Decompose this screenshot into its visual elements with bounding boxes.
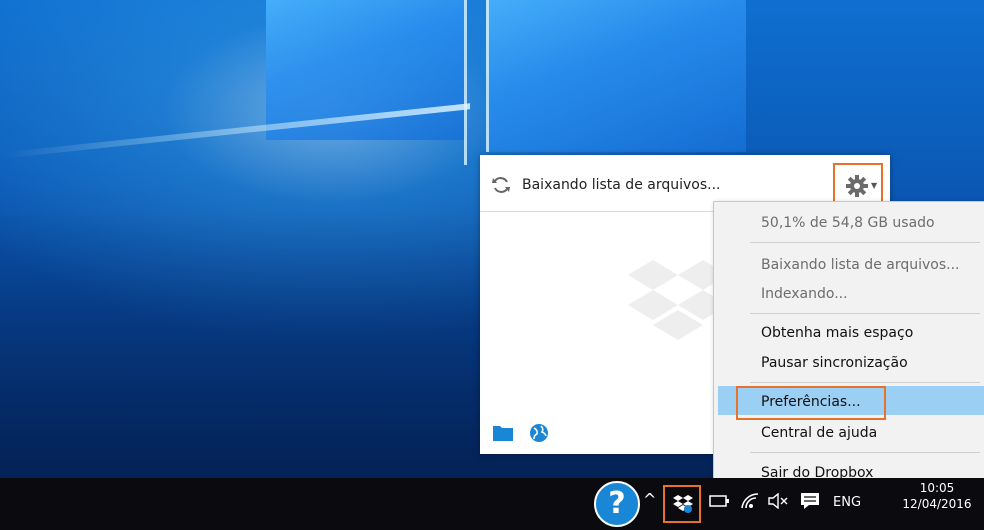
- menu-item-help-center[interactable]: Central de ajuda: [761, 425, 877, 441]
- menu-separator: [750, 313, 980, 314]
- language-indicator[interactable]: ENG: [833, 495, 861, 510]
- menu-separator: [750, 452, 980, 453]
- menu-item-preferences[interactable]: Preferências...: [761, 394, 861, 410]
- menu-item-indexing: Indexando...: [761, 286, 848, 302]
- chevron-down-icon: ▼: [871, 181, 878, 190]
- gear-icon: [846, 175, 868, 197]
- clock-time: 10:05: [919, 481, 955, 495]
- light-line: [486, 0, 489, 152]
- storage-usage: 50,1% de 54,8 GB usado: [761, 215, 935, 231]
- window-pane-right: [486, 0, 746, 152]
- wifi-icon[interactable]: [740, 492, 760, 510]
- sync-icon: [492, 177, 510, 193]
- clock-date: 12/04/2016: [902, 497, 972, 511]
- menu-item-downloading: Baixando lista de arquivos...: [761, 257, 960, 273]
- battery-icon[interactable]: [708, 494, 730, 508]
- help-icon[interactable]: ?: [594, 481, 640, 527]
- dropbox-tray-button[interactable]: [663, 485, 701, 523]
- menu-item-pause-sync[interactable]: Pausar sincronização: [761, 355, 908, 371]
- menu-separator: [750, 382, 980, 383]
- settings-button[interactable]: ▼: [833, 163, 883, 205]
- menu-item-get-space[interactable]: Obtenha mais espaço: [761, 325, 913, 341]
- chevron-up-icon[interactable]: ^: [643, 490, 656, 509]
- dropbox-tray-icon: [673, 495, 693, 513]
- sync-status-text: Baixando lista de arquivos...: [522, 177, 721, 193]
- settings-menu: 50,1% de 54,8 GB usado Baixando lista de…: [713, 201, 984, 491]
- light-line: [464, 0, 467, 165]
- folder-icon[interactable]: [493, 424, 513, 441]
- notification-icon[interactable]: [800, 492, 820, 510]
- mute-icon[interactable]: [768, 493, 790, 509]
- menu-separator: [750, 242, 980, 243]
- clock[interactable]: 10:05 12/04/2016: [902, 480, 972, 512]
- globe-icon[interactable]: [529, 423, 549, 443]
